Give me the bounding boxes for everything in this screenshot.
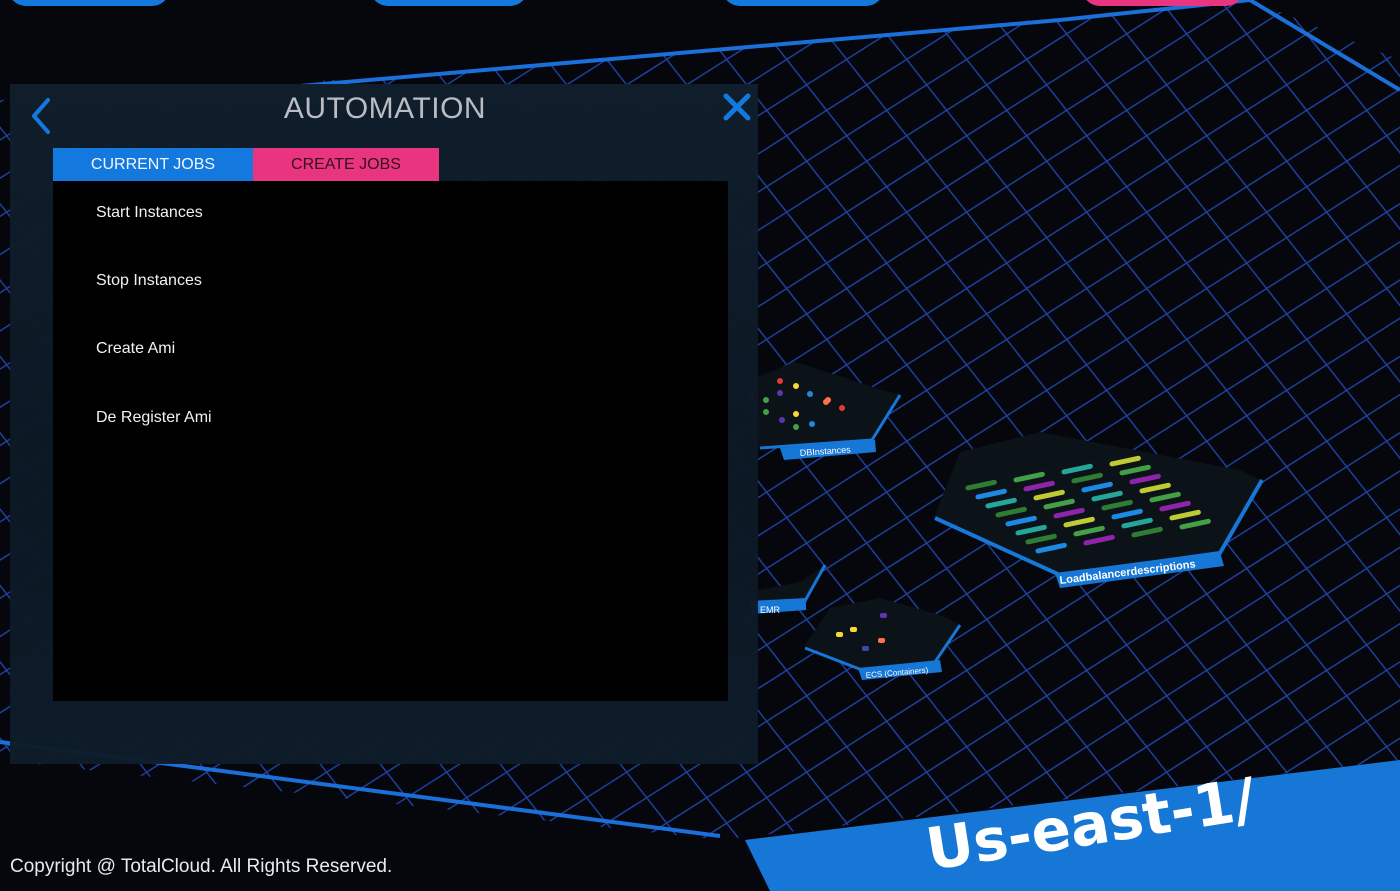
- jobs-list: Start Instances Stop Instances Create Am…: [53, 181, 728, 701]
- ecs-node[interactable]: ECS (Containers): [804, 598, 962, 680]
- job-create-ami[interactable]: Create Ami: [96, 340, 175, 358]
- tab-create-jobs[interactable]: CREATE JOBS: [253, 148, 439, 181]
- toolbar-tab-3[interactable]: [722, 0, 884, 6]
- copyright-text: Copyright @ TotalCloud. All Rights Reser…: [10, 856, 393, 877]
- toolbar-tab-2[interactable]: [370, 0, 528, 6]
- visualization-stage: Us-east-1/ DBInstances Loadbalancerdescr…: [0, 0, 1400, 891]
- automation-panel: AUTOMATION CURRENT JOBS CREATE JOBS Star…: [10, 84, 758, 764]
- loadbalancer-node[interactable]: Loadbalancerdescriptions: [934, 432, 1264, 588]
- chevron-left-icon: [32, 98, 50, 134]
- panel-title: AUTOMATION: [283, 92, 487, 125]
- dbinstances-node[interactable]: DBInstances: [739, 361, 902, 460]
- close-icon: [723, 93, 751, 121]
- emr-label: EMR: [760, 605, 781, 615]
- job-tabs: CURRENT JOBS CREATE JOBS: [53, 148, 439, 181]
- back-button[interactable]: [28, 96, 58, 136]
- toolbar-tab-1[interactable]: [8, 0, 170, 6]
- toolbar-tab-4[interactable]: [1082, 0, 1244, 6]
- tab-current-jobs[interactable]: CURRENT JOBS: [53, 148, 253, 181]
- job-stop-instances[interactable]: Stop Instances: [96, 272, 202, 290]
- close-button[interactable]: [721, 91, 753, 123]
- region-platform-edge: [299, 0, 1400, 92]
- job-start-instances[interactable]: Start Instances: [96, 204, 203, 222]
- job-deregister-ami[interactable]: De Register Ami: [96, 409, 212, 427]
